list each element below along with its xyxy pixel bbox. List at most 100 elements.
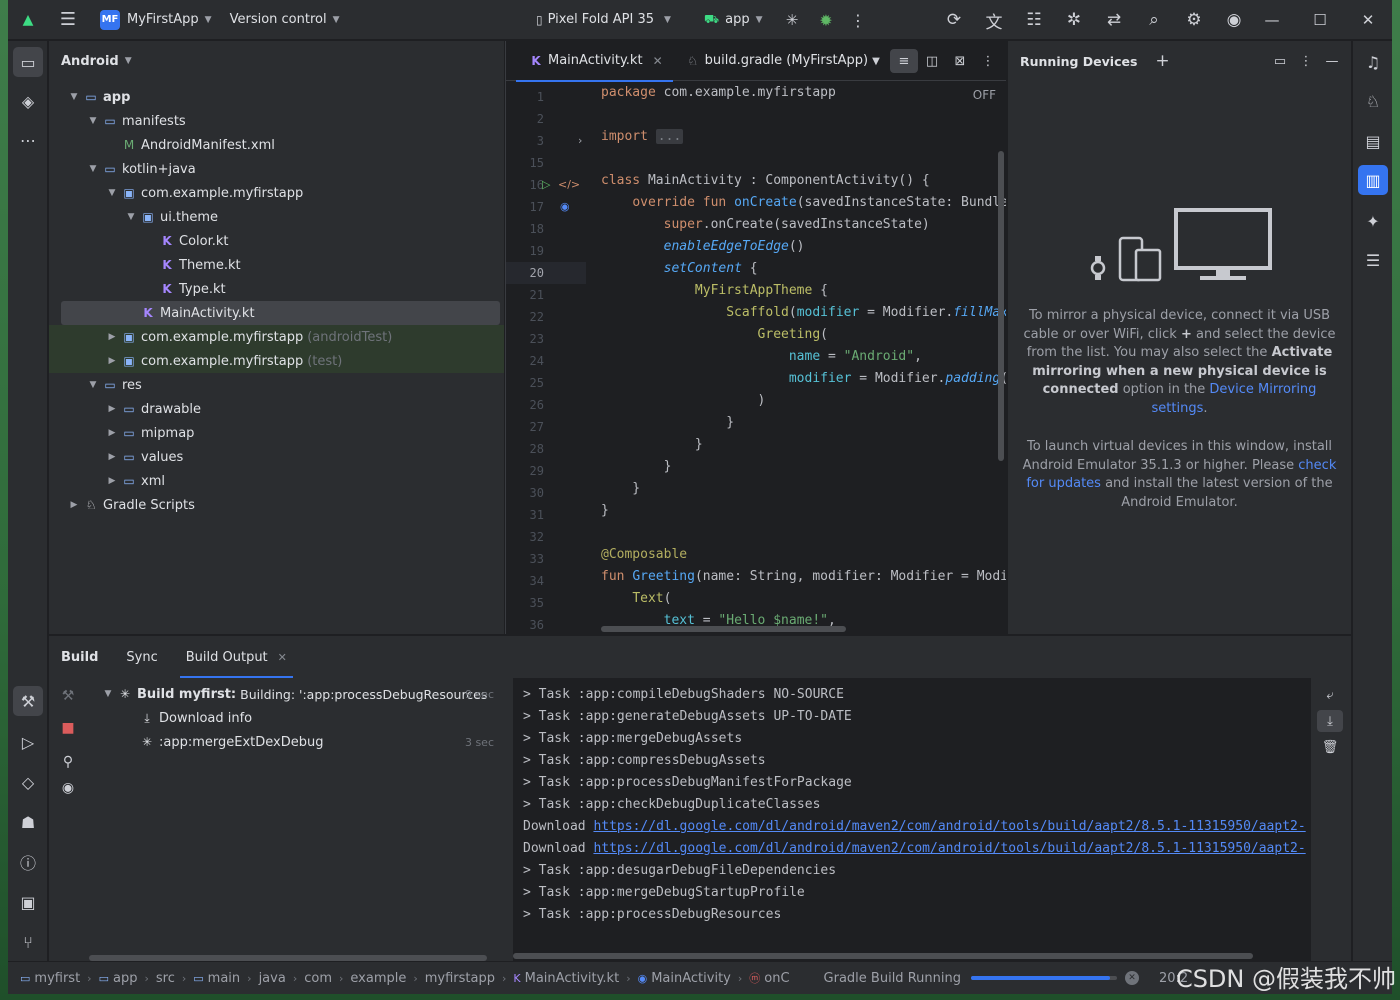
line-number[interactable]: 32: [506, 526, 544, 548]
breadcrumb-item[interactable]: ▭ main: [193, 971, 240, 986]
chevron-right-icon[interactable]: ▶: [105, 452, 119, 462]
chevron-down-icon[interactable]: ▼: [105, 188, 119, 198]
tree-item[interactable]: ▶ ▭ mipmap: [49, 421, 504, 445]
git-branch-icon[interactable]: ⑂: [13, 927, 43, 957]
line-number[interactable]: 16: [506, 174, 544, 196]
line-number[interactable]: 21: [506, 284, 544, 306]
override-gutter-icon[interactable]: ◉: [560, 196, 570, 218]
tree-item[interactable]: ▶ ♘ Gradle Scripts: [49, 493, 504, 517]
stop-build-icon[interactable]: ■: [54, 716, 82, 740]
line-number[interactable]: 20: [506, 262, 544, 284]
tab-build-output[interactable]: Build Output ✕: [179, 650, 294, 678]
line-number[interactable]: 3: [506, 130, 544, 152]
tree-item[interactable]: ▼ ▭ kotlin+java: [49, 157, 504, 181]
line-number[interactable]: 33: [506, 548, 544, 570]
logcat-icon[interactable]: ☗: [13, 807, 43, 837]
more-options-icon[interactable]: ⋮: [1296, 51, 1316, 71]
line-number[interactable]: 2: [506, 108, 544, 130]
run-config-selector[interactable]: ⛟ app ▼: [704, 12, 763, 28]
scroll-to-end-icon[interactable]: ⤓: [1317, 710, 1343, 732]
gear-icon[interactable]: ⚙: [1174, 0, 1214, 40]
translate-icon[interactable]: 文: [974, 0, 1014, 40]
chevron-right-icon[interactable]: ▶: [105, 356, 119, 366]
clear-trash-icon[interactable]: 🗑: [1317, 736, 1343, 758]
breadcrumb-item[interactable]: K MainActivity.kt: [513, 971, 619, 986]
compose-preview-icon[interactable]: </>: [558, 174, 580, 196]
breadcrumb-item[interactable]: java: [259, 971, 286, 986]
device-mirroring-icon[interactable]: ⇄: [1094, 0, 1134, 40]
tab-list-chevron-icon[interactable]: ▼: [862, 49, 890, 73]
sync-project-icon[interactable]: ⟳: [934, 0, 974, 40]
tree-item[interactable]: K Type.kt: [49, 277, 504, 301]
maximize-icon[interactable]: ☐: [1296, 0, 1344, 40]
cancel-build-icon[interactable]: ✕: [1124, 971, 1139, 985]
main-menu-icon[interactable]: ☰: [50, 0, 86, 40]
build-progress-label[interactable]: Gradle Build Running: [824, 971, 961, 986]
breadcrumb-item[interactable]: example: [350, 971, 406, 986]
breadcrumb-item[interactable]: ◉ MainActivity: [638, 971, 731, 986]
line-number[interactable]: 1: [506, 86, 544, 108]
device-selector[interactable]: ▯ Pixel Fold API 35 ▼: [536, 12, 671, 27]
editor-vertical-scrollbar[interactable]: [998, 151, 1004, 461]
tree-item[interactable]: K Color.kt: [49, 229, 504, 253]
problems-icon[interactable]: ⓘ: [13, 847, 43, 877]
close-tab-icon[interactable]: ✕: [653, 54, 663, 68]
code-area[interactable]: package com.example.myfirstapp import ..…: [601, 82, 1006, 634]
fold-chevron-icon[interactable]: ›: [578, 130, 582, 152]
line-number[interactable]: 24: [506, 350, 544, 372]
project-view-selector[interactable]: Android ▼: [49, 41, 504, 81]
line-number[interactable]: 26: [506, 394, 544, 416]
soft-wrap-icon[interactable]: ⤶: [1317, 684, 1343, 706]
run-icon[interactable]: ▷: [13, 727, 43, 757]
chevron-down-icon[interactable]: ▼: [124, 212, 138, 222]
tree-item[interactable]: ▶ ▭ xml: [49, 469, 504, 493]
window-layout-icon[interactable]: ▭: [1270, 51, 1290, 71]
line-number[interactable]: 17: [506, 196, 544, 218]
project-selector[interactable]: MF MyFirstApp ▼: [100, 9, 212, 30]
search-icon[interactable]: ⌕: [1134, 0, 1174, 40]
resource-manager-icon[interactable]: ◈: [13, 86, 43, 116]
download-link[interactable]: https://dl.google.com/dl/android/maven2/…: [593, 841, 1305, 856]
editor-horizontal-scrollbar[interactable]: [601, 626, 846, 632]
line-number[interactable]: 28: [506, 438, 544, 460]
structure-list-icon[interactable]: ☰: [1358, 245, 1388, 275]
tree-item[interactable]: ▼ ▣ ui.theme: [49, 205, 504, 229]
notifications-bell-icon[interactable]: ♫: [1358, 47, 1388, 77]
run-gutter-icon[interactable]: ▷: [542, 174, 550, 196]
device-manager-icon[interactable]: ☷: [1014, 0, 1054, 40]
chevron-down-icon[interactable]: ▼: [86, 380, 100, 390]
minimize-icon[interactable]: —: [1248, 0, 1296, 40]
gemini-sparkle-icon[interactable]: ✦: [1358, 206, 1388, 236]
debug-bug-icon[interactable]: ✹: [814, 0, 838, 40]
more-options-icon[interactable]: ⋮: [974, 49, 1002, 73]
add-device-icon[interactable]: +: [1155, 51, 1169, 71]
line-number[interactable]: 23: [506, 328, 544, 350]
build-child-row[interactable]: ⤓ Download info: [89, 706, 496, 730]
breadcrumb-item[interactable]: ⓜ onC: [749, 970, 789, 986]
tree-item[interactable]: ▶ ▭ values: [49, 445, 504, 469]
running-devices-icon[interactable]: ▥: [1358, 165, 1388, 195]
breadcrumb-item[interactable]: ▭ myfirst: [20, 971, 80, 986]
line-number[interactable]: 35: [506, 592, 544, 614]
tree-item[interactable]: ▶ ▣ com.example.myfirstapp (test): [49, 349, 504, 373]
tree-item[interactable]: ▶ ▣ com.example.myfirstapp (androidTest): [49, 325, 504, 349]
tree-item[interactable]: K Theme.kt: [49, 253, 504, 277]
code-view-icon[interactable]: ≡: [890, 49, 918, 73]
close-icon[interactable]: ✕: [1344, 0, 1392, 40]
hide-panel-icon[interactable]: —: [1322, 51, 1342, 71]
project-folder-icon[interactable]: ▭: [13, 47, 43, 77]
tree-item[interactable]: ▶ ▭ drawable: [49, 397, 504, 421]
tree-item[interactable]: ▼ ▣ com.example.myfirstapp: [49, 181, 504, 205]
tree-item[interactable]: ▼ ▭ manifests: [49, 109, 504, 133]
line-number[interactable]: 27: [506, 416, 544, 438]
line-number[interactable]: 22: [506, 306, 544, 328]
vcs-menu[interactable]: Version control ▼: [230, 12, 340, 27]
line-number[interactable]: 31: [506, 504, 544, 526]
line-number[interactable]: 25: [506, 372, 544, 394]
tree-item[interactable]: ▼ ▭ app: [49, 85, 504, 109]
app-inspection-icon[interactable]: ✲: [1054, 0, 1094, 40]
gradle-elephant-icon[interactable]: ♘: [1358, 86, 1388, 116]
pin-icon[interactable]: ⚲: [54, 750, 82, 774]
line-number[interactable]: 36: [506, 614, 544, 634]
chevron-right-icon[interactable]: ▶: [105, 428, 119, 438]
